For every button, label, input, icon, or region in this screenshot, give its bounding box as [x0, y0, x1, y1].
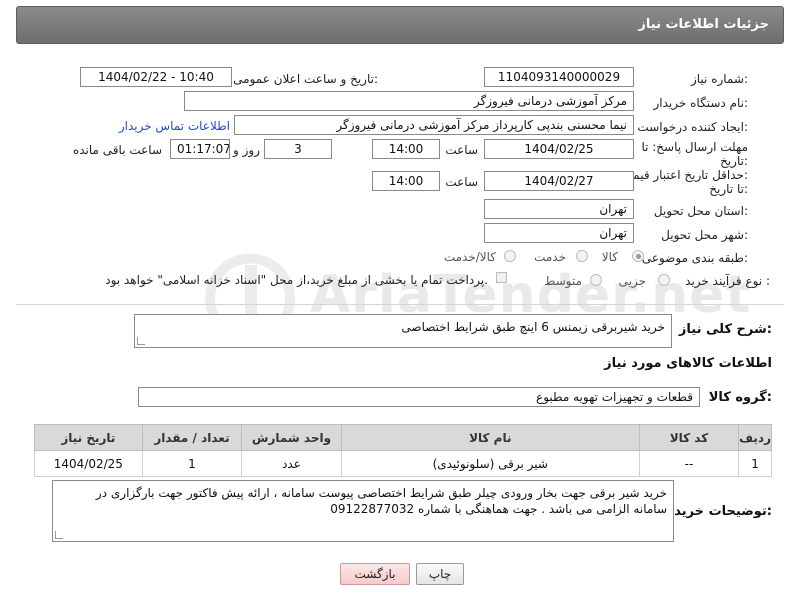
col-date: تاریخ نیاز — [34, 424, 143, 451]
print-button[interactable]: چاپ — [416, 563, 464, 585]
reply-days-field[interactable]: 3 — [264, 139, 332, 159]
category-option-service: خدمت — [534, 250, 566, 264]
process-option-medium: متوسط — [544, 274, 582, 288]
page-title: جزئیات اطلاعات نیاز — [638, 17, 769, 32]
price-validity-label-2: تا تاریخ: — [709, 182, 748, 196]
announce-datetime-label: تاریخ و ساعت اعلان عمومی: — [233, 72, 378, 86]
buyer-notes-text: خرید شیر برقی جهت بخار ورودی چیلر طبق شر… — [95, 486, 667, 516]
reply-deadline-time[interactable]: 14:00 — [372, 139, 440, 159]
process-option-minor: جزیی — [618, 274, 646, 288]
reply-deadline-label-2: تاریخ: — [720, 154, 748, 168]
category-label: طبقه بندی موضوعی: — [641, 251, 748, 265]
price-validity-date[interactable]: 1404/02/27 — [484, 171, 634, 191]
need-number-label: شماره نیاز: — [690, 72, 748, 86]
delivery-city-label: شهر محل تحویل: — [661, 228, 748, 242]
table-row[interactable]: 1 -- شیر برقی (سلونوئیدی) عدد 1 1404/02/… — [34, 450, 772, 477]
col-qty: تعداد / مقدار — [141, 424, 243, 451]
general-description-label: شرح کلی نیاز: — [678, 322, 772, 337]
price-validity-time-label: ساعت — [445, 175, 478, 189]
goods-group-field[interactable]: قطعات و تجهیزات تهویه مطبوع — [138, 387, 700, 407]
resize-handle-icon[interactable] — [55, 531, 63, 539]
header-bar: جزئیات اطلاعات نیاز — [16, 6, 784, 44]
treasury-note: پرداخت تمام یا بخشی از مبلغ خرید،از محل … — [105, 273, 488, 287]
back-button[interactable]: بازگشت — [340, 563, 410, 585]
buyer-org-field[interactable]: مرکز آموزشی درمانی فیروزگر — [184, 91, 634, 111]
remaining-time-label: ساعت باقی مانده — [72, 143, 162, 157]
cell-unit: عدد — [241, 450, 342, 477]
price-validity-time[interactable]: 14:00 — [372, 171, 440, 191]
cell-code: -- — [638, 450, 740, 477]
requester-field[interactable]: نیما محسنی بندپی کارپرداز مرکز آموزشی در… — [234, 115, 634, 135]
general-description-text: خرید شیربرقی زیمنس 6 اینچ طبق شرایط اختص… — [401, 320, 665, 334]
general-description-field[interactable]: خرید شیربرقی زیمنس 6 اینچ طبق شرایط اختص… — [134, 314, 672, 348]
goods-group-label: گروه کالا: — [708, 390, 772, 405]
goods-table-header: ردیف کد کالا نام کالا واحد شمارش تعداد /… — [34, 424, 772, 451]
cell-row: 1 — [738, 450, 772, 477]
category-option-goods: کالا — [601, 250, 618, 264]
reply-deadline-label: مهلت ارسال پاسخ: تا — [641, 140, 748, 154]
reply-time-label: ساعت — [445, 143, 478, 157]
resize-handle-icon[interactable] — [137, 337, 145, 345]
buyer-notes-field[interactable]: خرید شیر برقی جهت بخار ورودی چیلر طبق شر… — [52, 480, 674, 542]
buyer-contact-link[interactable]: اطلاعات تماس خریدار — [119, 119, 230, 133]
col-name: نام کالا — [340, 424, 640, 451]
col-unit: واحد شمارش — [241, 424, 342, 451]
col-row: ردیف — [738, 424, 772, 451]
cell-qty: 1 — [141, 450, 243, 477]
price-validity-label: حداقل تاریخ اعتبار قیمت: — [621, 168, 748, 182]
buyer-notes-label: توضیحات خریدار: — [662, 504, 772, 519]
category-radio-service[interactable] — [576, 250, 588, 262]
delivery-province-label: استان محل تحویل: — [653, 204, 748, 218]
requester-label: ایجاد کننده درخواست: — [637, 120, 748, 134]
remaining-time-field[interactable]: 01:17:07 — [170, 139, 230, 159]
buyer-org-label: نام دستگاه خریدار: — [653, 96, 749, 110]
category-option-goods-service: کالا/خدمت — [443, 250, 496, 264]
delivery-province-field[interactable]: تهران — [484, 199, 634, 219]
col-code: کد کالا — [638, 424, 740, 451]
category-radio-goods-service[interactable] — [504, 250, 516, 262]
reply-deadline-date[interactable]: 1404/02/25 — [484, 139, 634, 159]
need-number-field[interactable]: 1104093140000029 — [484, 67, 634, 87]
announce-datetime-field[interactable]: 1404/02/22 - 10:40 — [80, 67, 232, 87]
category-radio-goods[interactable] — [632, 250, 644, 262]
process-radio-minor[interactable] — [658, 274, 670, 286]
process-radio-medium[interactable] — [590, 274, 602, 286]
goods-section-title: اطلاعات کالاهای مورد نیاز — [604, 356, 772, 371]
cell-date: 1404/02/25 — [34, 450, 143, 477]
reply-days-label: روز و — [233, 143, 260, 157]
cell-name: شیر برقی (سلونوئیدی) — [340, 450, 640, 477]
delivery-city-field[interactable]: تهران — [484, 223, 634, 243]
purchase-process-label: نوع فرآیند خرید : — [685, 274, 770, 288]
treasury-checkbox[interactable] — [496, 272, 507, 283]
divider — [16, 304, 784, 305]
goods-table: ردیف کد کالا نام کالا واحد شمارش تعداد /… — [34, 424, 772, 477]
